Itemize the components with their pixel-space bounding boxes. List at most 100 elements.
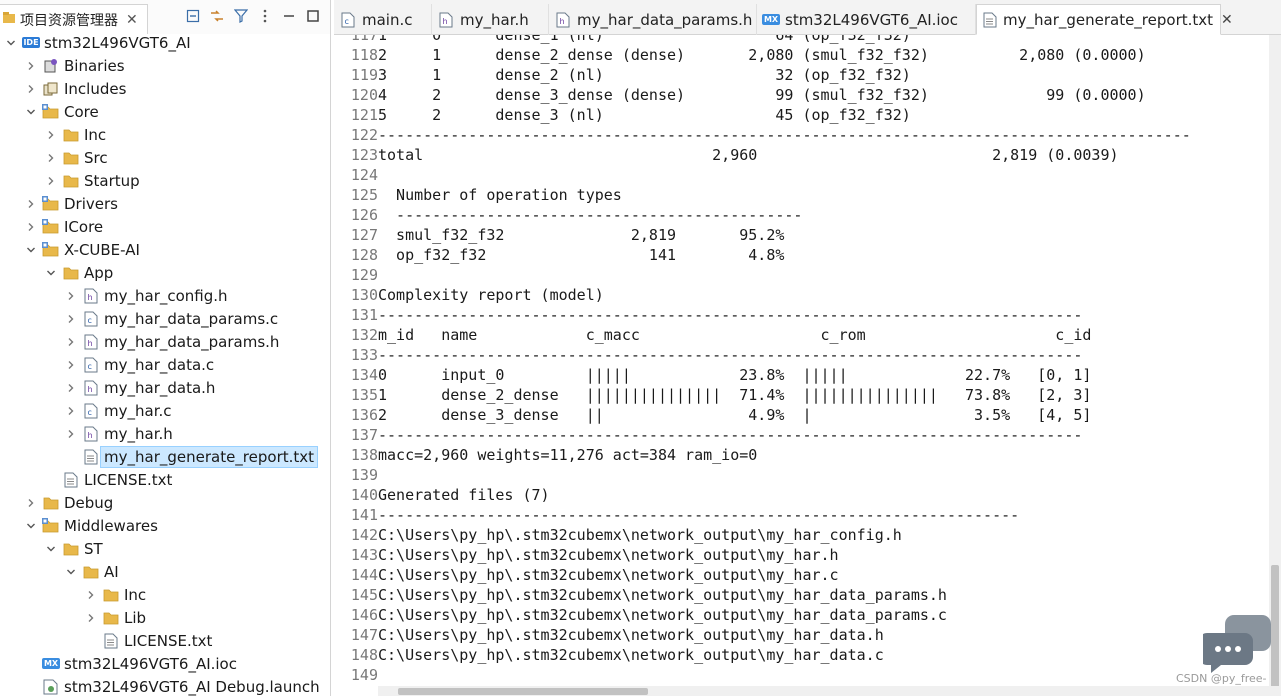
editor-tab[interactable]: my_har_generate_report.txt ✕ [976, 4, 1233, 35]
editor-tab[interactable]: h my_har_data_params.h [549, 4, 757, 35]
tree-item[interactable]: AI [0, 560, 119, 583]
chevron-right-icon[interactable] [64, 404, 78, 418]
tree-item[interactable]: Debug [0, 491, 113, 514]
tree-item[interactable]: Core [0, 100, 99, 123]
editor-tab[interactable]: c main.c [334, 4, 432, 35]
code-line: 132m_id name c_macc c_rom c_id [334, 325, 1254, 345]
chevron-right-icon[interactable] [64, 312, 78, 326]
tree-item[interactable]: stm32L496VGT6_AI Debug.launch [0, 675, 320, 696]
line-number: 129 [350, 266, 378, 284]
explorer-tab[interactable]: 项目资源管理器 ✕ [0, 4, 148, 34]
close-icon[interactable]: ✕ [126, 12, 138, 28]
vertical-scrollbar[interactable] [1269, 35, 1281, 696]
tree-item-label: Startup [84, 171, 140, 190]
tree-item[interactable]: App [0, 261, 113, 284]
tree-item[interactable]: my_har_generate_report.txt [0, 445, 319, 468]
svg-text:c: c [88, 408, 92, 417]
view-menu-icon[interactable] [254, 6, 276, 26]
maximize-icon[interactable] [302, 6, 324, 26]
chevron-right-icon[interactable] [44, 151, 58, 165]
chevron-right-icon[interactable] [24, 59, 38, 73]
chevron-down-icon[interactable] [24, 105, 38, 119]
tree-item-label: Lib [124, 608, 147, 627]
line-number: 149 [350, 666, 378, 684]
chevron-right-icon[interactable] [44, 128, 58, 142]
tree-item[interactable]: ICore [0, 215, 103, 238]
tree-item[interactable]: h my_har_data_params.h [0, 330, 279, 353]
code-line: 146C:\Users\py_hp\.stm32cubemx\network_o… [334, 605, 1254, 625]
chevron-right-icon[interactable] [64, 381, 78, 395]
chevron-right-icon[interactable] [64, 427, 78, 441]
link-with-editor-icon[interactable] [206, 6, 228, 26]
horizontal-scroll-thumb[interactable] [398, 688, 648, 695]
horizontal-scrollbar[interactable] [378, 686, 1281, 696]
chevron-right-icon[interactable] [84, 611, 98, 625]
tree-item[interactable]: Drivers [0, 192, 118, 215]
line-number: 145 [350, 586, 378, 604]
filter-icon[interactable] [230, 6, 252, 26]
tree-item[interactable]: LICENSE.txt [0, 629, 212, 652]
chevron-down-icon[interactable] [24, 243, 38, 257]
tree-item[interactable]: IDE stm32L496VGT6_AI [0, 31, 191, 54]
tree-item[interactable]: Startup [0, 169, 140, 192]
line-text: 1 0 dense_1 (nl) 64 (op_f32_f32) [378, 35, 911, 44]
project-explorer: 项目资源管理器 ✕ IDE stm32L496VGT6_AI Binaries … [0, 0, 331, 696]
tree-item[interactable]: Inc [0, 123, 106, 146]
chevron-down-icon[interactable] [4, 36, 18, 50]
chevron-right-icon[interactable] [24, 197, 38, 211]
chevron-right-icon[interactable] [64, 335, 78, 349]
tree-item[interactable]: c my_har.c [0, 399, 172, 422]
chevron-right-icon[interactable] [24, 82, 38, 96]
tree-item-label: stm32L496VGT6_AI.ioc [64, 654, 237, 673]
editor-tab[interactable]: MX stm32L496VGT6_AI.ioc [757, 4, 976, 35]
tree-item[interactable]: Middlewares [0, 514, 158, 537]
tree-item[interactable]: Binaries [0, 54, 125, 77]
tree-item-label: my_har_data.h [104, 378, 216, 397]
tree-item[interactable]: LICENSE.txt [0, 468, 172, 491]
line-number: 146 [350, 606, 378, 624]
chevron-down-icon[interactable] [44, 542, 58, 556]
line-number: 139 [350, 466, 378, 484]
folder-icon [82, 563, 100, 581]
chevron-down-icon[interactable] [24, 519, 38, 533]
chevron-right-icon[interactable] [24, 220, 38, 234]
minimize-icon[interactable] [278, 6, 300, 26]
chevron-right-icon[interactable] [64, 289, 78, 303]
collapse-all-icon[interactable] [182, 6, 204, 26]
tree-item-label: Inc [124, 585, 147, 604]
line-text: ----------------------------------------… [378, 126, 1191, 144]
tree-item[interactable]: h my_har_data.h [0, 376, 215, 399]
close-icon[interactable]: ✕ [1221, 12, 1233, 28]
code-line: 140Generated files (7) [334, 485, 1254, 505]
code-line: 138macc=2,960 weights=11,276 act=384 ram… [334, 445, 1254, 465]
folder-icon [42, 494, 60, 512]
tree-item-label: my_har.c [104, 401, 172, 420]
tree-item[interactable]: X-CUBE-AI [0, 238, 140, 261]
tree-item[interactable]: Includes [0, 77, 126, 100]
code-line: 143C:\Users\py_hp\.stm32cubemx\network_o… [334, 545, 1254, 565]
chevron-right-icon[interactable] [24, 496, 38, 510]
tree-item[interactable]: h my_har.h [0, 422, 173, 445]
text-editor[interactable]: 1171 0 dense_1 (nl) 64 (op_f32_f32) 1182 … [334, 35, 1281, 696]
chevron-down-icon[interactable] [64, 565, 78, 579]
chevron-right-icon[interactable] [44, 174, 58, 188]
tree-item[interactable]: ST [0, 537, 103, 560]
tree-item[interactable]: Inc [0, 583, 146, 606]
file-h-icon: h [438, 12, 454, 28]
tree-item[interactable]: Src [0, 146, 108, 169]
chat-bubble-icon[interactable] [1199, 613, 1273, 675]
chevron-down-icon[interactable] [44, 266, 58, 280]
tree-item[interactable]: h my_har_config.h [0, 284, 228, 307]
chevron-right-icon[interactable] [84, 588, 98, 602]
editor-tab[interactable]: h my_har.h [432, 4, 549, 35]
tree-item-label: Debug [64, 493, 114, 512]
line-text: smul_f32_f32 2,819 95.2% [378, 226, 785, 244]
tree-item[interactable]: MX stm32L496VGT6_AI.ioc [0, 652, 237, 675]
tree-item[interactable]: c my_har_data_params.c [0, 307, 278, 330]
tree-item[interactable]: c my_har_data.c [0, 353, 214, 376]
tree-item[interactable]: Lib [0, 606, 146, 629]
tree-item-label: my_har_generate_report.txt [99, 445, 319, 468]
chevron-right-icon[interactable] [64, 358, 78, 372]
tree-item-label: ST [84, 539, 103, 558]
code-line: 123total 2,960 2,819 (0.0039) [334, 145, 1254, 165]
